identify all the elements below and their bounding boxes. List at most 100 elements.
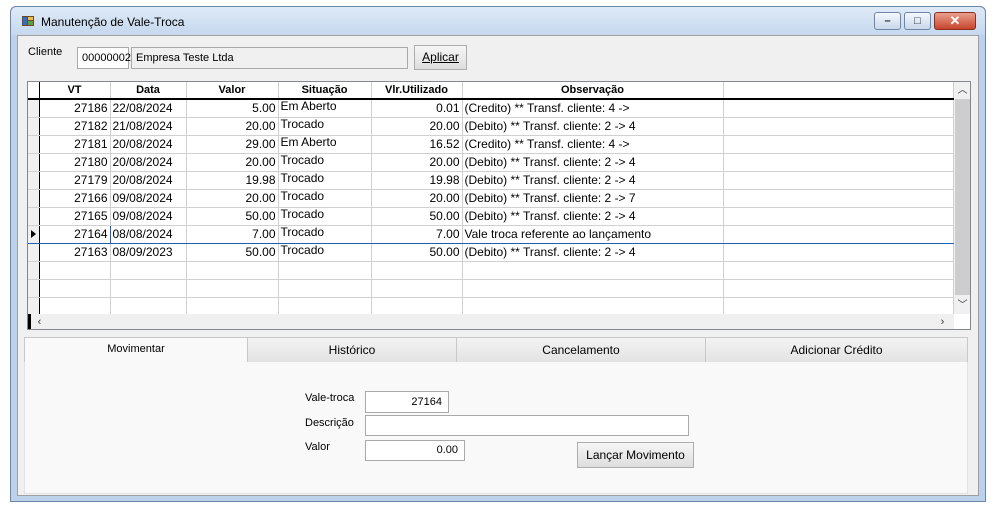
cell-utilizado[interactable] — [371, 261, 463, 280]
vertical-scroll-thumb[interactable] — [955, 99, 970, 295]
cell-obs[interactable]: (Credito) ** Transf. cliente: 4 -> — [462, 99, 724, 118]
cell-vt[interactable]: 27166 — [39, 189, 111, 208]
cell-vt[interactable]: 27181 — [39, 135, 111, 154]
cell-situacao[interactable] — [278, 297, 372, 316]
table-row[interactable] — [28, 261, 954, 280]
cell-obs[interactable]: (Credito) ** Transf. cliente: 4 -> — [462, 135, 724, 154]
cell-data[interactable]: 09/08/2024 — [110, 207, 187, 226]
cell-obs[interactable]: (Debito) ** Transf. cliente: 2 -> 4 — [462, 171, 724, 190]
column-header-vt[interactable]: VT — [39, 82, 111, 100]
cell-vt[interactable]: 27163 — [39, 243, 111, 262]
row-indicator[interactable] — [28, 243, 40, 262]
cell-valor[interactable]: 50.00 — [186, 207, 279, 226]
row-indicator[interactable] — [28, 207, 40, 226]
cell-valor[interactable] — [186, 261, 279, 280]
apply-button[interactable]: Aplicar — [414, 45, 467, 70]
row-indicator[interactable] — [28, 189, 40, 208]
column-header-valor[interactable]: Valor — [186, 82, 279, 100]
descricao-input[interactable] — [365, 415, 689, 436]
cell-data[interactable] — [110, 261, 187, 280]
valor-input[interactable]: 0.00 — [365, 440, 465, 461]
scroll-up-icon[interactable]: ︿ — [954, 82, 970, 99]
cell-data[interactable]: 20/08/2024 — [110, 135, 187, 154]
column-header-situacao[interactable]: Situação — [278, 82, 372, 100]
cell-utilizado[interactable]: 0.01 — [371, 99, 463, 118]
cell-obs[interactable] — [462, 297, 724, 316]
cell-obs[interactable]: (Debito) ** Transf. cliente: 2 -> 4 — [462, 117, 724, 136]
cell-utilizado[interactable]: 20.00 — [371, 117, 463, 136]
vale-troca-grid[interactable]: VT Data Valor Situação Vlr.Utilizado Obs… — [27, 81, 971, 330]
cell-utilizado[interactable]: 19.98 — [371, 171, 463, 190]
cell-situacao[interactable]: Trocado — [278, 207, 372, 226]
cell-valor[interactable]: 20.00 — [186, 153, 279, 172]
column-header-data[interactable]: Data — [110, 82, 187, 100]
scroll-left-icon[interactable]: ‹ — [31, 314, 48, 329]
cell-utilizado[interactable]: 50.00 — [371, 207, 463, 226]
row-indicator[interactable] — [28, 99, 40, 118]
cell-vt[interactable] — [39, 297, 111, 316]
table-row[interactable]: 27181 20/08/2024 29.00 Em Aberto 16.52 (Credi… — [28, 135, 954, 154]
cell-data[interactable]: 22/08/2024 — [110, 99, 187, 118]
table-row[interactable]: 27165 09/08/2024 50.00 Trocado 50.00 (Debito)… — [28, 207, 954, 226]
cell-utilizado[interactable] — [371, 279, 463, 298]
cell-utilizado[interactable]: 50.00 — [371, 243, 463, 262]
row-indicator[interactable] — [28, 279, 40, 298]
cell-situacao[interactable]: Trocado — [278, 171, 372, 190]
scroll-down-icon[interactable]: ﹀ — [954, 297, 970, 314]
row-indicator[interactable] — [28, 224, 40, 244]
cell-vt[interactable]: 27165 — [39, 207, 111, 226]
cell-valor[interactable]: 5.00 — [186, 99, 279, 118]
cell-valor[interactable]: 7.00 — [186, 224, 279, 244]
table-row[interactable]: 27186 22/08/2024 5.00 Em Aberto 0.01 (Credito… — [28, 99, 954, 118]
column-header-utilizado[interactable]: Vlr.Utilizado — [371, 82, 463, 100]
vertical-scrollbar[interactable]: ︿ ﹀ — [954, 82, 970, 314]
tab-movimentar[interactable]: Movimentar — [24, 337, 248, 363]
cell-utilizado[interactable] — [371, 297, 463, 316]
cell-data[interactable]: 08/09/2023 — [110, 243, 187, 262]
cell-situacao[interactable] — [278, 279, 372, 298]
cell-data[interactable]: 08/08/2024 — [110, 224, 187, 244]
title-bar[interactable]: Manutenção de Vale-Troca – □ ✕ — [11, 7, 985, 35]
cell-obs[interactable] — [462, 279, 724, 298]
cell-situacao[interactable]: Em Aberto — [278, 135, 372, 154]
table-row[interactable]: 27163 08/09/2023 50.00 Trocado 50.00 (Debito)… — [28, 243, 954, 262]
row-indicator[interactable] — [28, 153, 40, 172]
cell-situacao[interactable]: Trocado — [278, 224, 372, 244]
minimize-button[interactable]: – — [874, 12, 901, 30]
cell-data[interactable]: 09/08/2024 — [110, 189, 187, 208]
cell-data[interactable]: 20/08/2024 — [110, 153, 187, 172]
cell-vt[interactable]: 27180 — [39, 153, 111, 172]
column-header-observacao[interactable]: Observação — [462, 82, 724, 100]
cell-valor[interactable]: 20.00 — [186, 117, 279, 136]
cell-vt[interactable]: 27164 — [38, 224, 111, 244]
table-row[interactable]: 27182 21/08/2024 20.00 Trocado 20.00 (Debito)… — [28, 117, 954, 136]
maximize-button[interactable]: □ — [904, 12, 931, 30]
cell-valor[interactable] — [186, 297, 279, 316]
table-row[interactable]: 27180 20/08/2024 20.00 Trocado 20.00 (Debito)… — [28, 153, 954, 172]
client-code-input[interactable]: 00000002 — [77, 47, 131, 69]
cell-valor[interactable]: 29.00 — [186, 135, 279, 154]
cell-utilizado[interactable]: 7.00 — [371, 224, 463, 244]
cell-obs[interactable]: (Debito) ** Transf. cliente: 2 -> 4 — [462, 153, 724, 172]
tab-cancelamento[interactable]: Cancelamento — [456, 337, 706, 363]
cell-valor[interactable]: 20.00 — [186, 189, 279, 208]
cell-obs[interactable]: (Debito) ** Transf. cliente: 2 -> 4 — [462, 243, 724, 262]
cell-obs[interactable] — [462, 261, 724, 280]
cell-obs[interactable]: (Debito) ** Transf. cliente: 2 -> 4 — [462, 207, 724, 226]
cell-vt[interactable] — [39, 279, 111, 298]
row-indicator[interactable] — [28, 261, 40, 280]
cell-data[interactable] — [110, 297, 187, 316]
cell-obs[interactable]: (Debito) ** Transf. cliente: 2 -> 7 — [462, 189, 724, 208]
row-indicator[interactable] — [28, 135, 40, 154]
cell-vt[interactable]: 27182 — [39, 117, 111, 136]
horizontal-scrollbar[interactable]: ‹ › — [28, 314, 954, 329]
table-row[interactable] — [28, 297, 954, 316]
cell-situacao[interactable]: Trocado — [278, 189, 372, 208]
table-row[interactable]: 27164 08/08/2024 7.00 Trocado 7.00 Vale troca… — [28, 224, 954, 244]
tab-historico[interactable]: Histórico — [247, 337, 457, 363]
scroll-right-icon[interactable]: › — [934, 314, 951, 329]
cell-situacao[interactable]: Trocado — [278, 243, 372, 262]
cell-valor[interactable] — [186, 279, 279, 298]
cell-valor[interactable]: 19.98 — [186, 171, 279, 190]
cell-vt[interactable]: 27186 — [39, 99, 111, 118]
